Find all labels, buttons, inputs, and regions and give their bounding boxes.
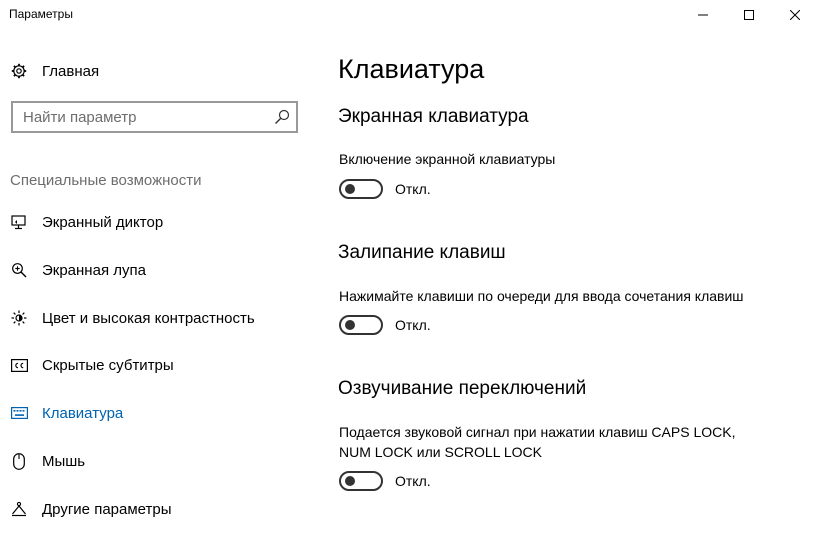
keyboard-icon xyxy=(10,404,28,422)
maximize-button[interactable] xyxy=(726,0,772,30)
window-title: Параметры xyxy=(9,7,73,21)
magnifier-icon xyxy=(10,261,28,279)
section-heading-toggle-keys: Озвучивание переключений xyxy=(338,378,587,399)
brightness-icon xyxy=(10,309,28,327)
gear-icon xyxy=(10,62,28,80)
search-box[interactable] xyxy=(11,101,298,133)
sidebar-item-keyboard[interactable]: Клавиатура xyxy=(10,401,300,425)
sidebar-item-label: Скрытые субтитры xyxy=(42,356,174,374)
minimize-button[interactable] xyxy=(680,0,726,30)
page-title: Клавиатура xyxy=(338,54,485,84)
minimize-icon xyxy=(698,14,708,16)
sidebar-item-label: Мышь xyxy=(42,452,86,470)
toggle-knob xyxy=(345,476,355,486)
section-description-line1: Подается звуковой сигнал при нажатии кла… xyxy=(339,424,736,440)
toggle-row-onscreen-keyboard: Откл. xyxy=(339,178,431,200)
sidebar-home-label: Главная xyxy=(42,62,100,80)
sidebar-item-label: Клавиатура xyxy=(42,404,124,422)
sidebar-home[interactable]: Главная xyxy=(10,60,99,82)
section-heading-sticky-keys: Залипание клавиш xyxy=(338,242,506,263)
toggle-knob xyxy=(345,184,355,194)
section-description-line2: NUM LOCK или SCROLL LOCK xyxy=(339,444,542,460)
toggle-row-toggle-keys: Откл. xyxy=(339,470,431,492)
sidebar-item-closed-captions[interactable]: Скрытые субтитры xyxy=(10,353,300,377)
sidebar-item-other-options[interactable]: Другие параметры xyxy=(10,497,300,521)
mouse-icon xyxy=(10,452,28,470)
search-input[interactable] xyxy=(13,103,263,131)
sidebar-item-high-contrast[interactable]: Цвет и высокая контрастность xyxy=(10,306,300,330)
sidebar-item-label: Цвет и высокая контрастность xyxy=(42,309,255,327)
toggle-row-sticky-keys: Откл. xyxy=(339,314,431,336)
toggle-state-label: Откл. xyxy=(395,317,431,333)
search-icon[interactable] xyxy=(274,109,290,125)
sidebar-item-label: Экранный диктор xyxy=(42,213,164,231)
onscreen-keyboard-toggle[interactable] xyxy=(339,179,383,199)
close-button[interactable] xyxy=(772,0,814,30)
narrator-icon xyxy=(10,213,28,231)
toggle-state-label: Откл. xyxy=(395,473,431,489)
sidebar-section-label: Специальные возможности xyxy=(10,172,202,189)
toggle-knob xyxy=(345,320,355,330)
section-description: Включение экранной клавиатуры xyxy=(339,151,556,167)
section-description: Нажимайте клавиши по очереди для ввода с… xyxy=(339,288,744,304)
toggle-state-label: Откл. xyxy=(395,181,431,197)
sidebar-item-label: Другие параметры xyxy=(42,500,172,518)
other-options-icon xyxy=(10,500,28,518)
sticky-keys-toggle[interactable] xyxy=(339,315,383,335)
close-icon xyxy=(790,10,800,20)
sidebar-item-label: Экранная лупа xyxy=(42,261,146,279)
title-bar: Параметры xyxy=(0,0,814,30)
toggle-keys-toggle[interactable] xyxy=(339,471,383,491)
sidebar-item-narrator[interactable]: Экранный диктор xyxy=(10,210,300,234)
section-heading-onscreen-keyboard: Экранная клавиатура xyxy=(338,106,529,127)
closed-captions-icon xyxy=(10,356,28,374)
sidebar-item-magnifier[interactable]: Экранная лупа xyxy=(10,258,300,282)
sidebar-item-mouse[interactable]: Мышь xyxy=(10,449,300,473)
maximize-icon xyxy=(744,10,754,20)
sidebar: Главная Специальные возможности Экранный… xyxy=(0,30,310,533)
